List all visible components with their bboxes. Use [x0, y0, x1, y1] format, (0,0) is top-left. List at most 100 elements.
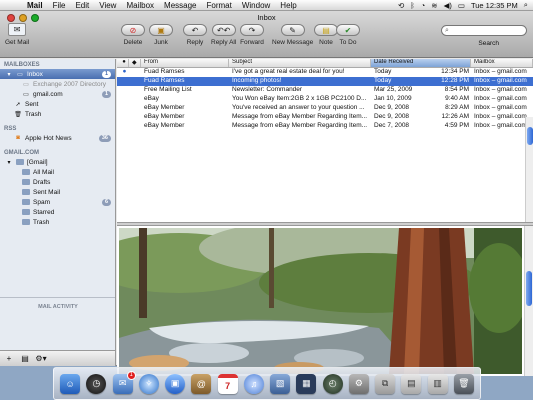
spaces-icon[interactable]: ▦: [296, 373, 317, 394]
show-activity-icon[interactable]: ▤: [19, 354, 31, 364]
spotlight-icon[interactable]: ⌕: [524, 0, 528, 10]
wifi-icon[interactable]: ≋: [431, 1, 437, 10]
message-list-scrollbar[interactable]: [525, 117, 533, 222]
table-row[interactable]: eBay Member You've received an answer to…: [117, 104, 533, 113]
ichat-icon[interactable]: ▣: [165, 373, 186, 394]
address-book-icon[interactable]: @: [191, 373, 212, 394]
documents-stack-icon[interactable]: ▤: [401, 373, 422, 394]
menu-format[interactable]: Format: [202, 1, 237, 10]
note-icon: ▤: [314, 24, 338, 36]
mail-icon[interactable]: ✉ 1: [112, 370, 136, 394]
clock[interactable]: Tue 12:35 PM: [471, 1, 518, 10]
message-preview-pane: [117, 226, 533, 376]
sidebar-item-gmail-inbox[interactable]: ▭ gmail.com 1: [0, 89, 115, 99]
sync-icon[interactable]: ⟲: [398, 1, 404, 10]
system-preferences-icon[interactable]: ⚙: [348, 373, 369, 394]
new-message-button[interactable]: ✎ New Message: [272, 24, 313, 46]
ical-icon[interactable]: 7: [217, 373, 238, 394]
note-button[interactable]: ▤ Note: [314, 24, 338, 46]
itunes-icon[interactable]: ♫: [243, 373, 264, 394]
sidebar-item-sent-mail[interactable]: Sent Mail: [0, 187, 115, 197]
sidebar-item-label: Exchange 2007 Directory: [33, 80, 106, 88]
reply-all-button[interactable]: ↶↶ Reply All: [211, 24, 236, 46]
menu-message[interactable]: Message: [159, 1, 201, 10]
search-input[interactable]: ⌕: [441, 25, 527, 36]
finder-icon[interactable]: ☺: [60, 373, 81, 394]
junk-button[interactable]: ▣ Junk: [149, 24, 173, 46]
preview-scrollbar[interactable]: [524, 226, 533, 376]
column-header-from[interactable]: From: [141, 59, 229, 67]
sidebar-item-sent[interactable]: ➚ Sent: [0, 99, 115, 109]
from-cell: Free Mailing List: [144, 86, 192, 93]
menu-view[interactable]: View: [94, 1, 121, 10]
sidebar-item-inbox[interactable]: ▾ ▭ Inbox 1: [0, 69, 115, 79]
scrollbar-thumb[interactable]: [526, 271, 532, 306]
battery-icon[interactable]: ▭: [458, 1, 465, 10]
table-row[interactable]: eBay You Won eBay Item:2GB 2 x 1GB PC210…: [117, 95, 533, 104]
menu-window[interactable]: Window: [237, 1, 275, 10]
table-row[interactable]: Free Mailing List Newsletter: Commander …: [117, 86, 533, 95]
reply-button[interactable]: ↶ Reply: [183, 24, 207, 46]
dashboard-icon[interactable]: ◷: [86, 373, 107, 394]
column-header-mailbox[interactable]: Mailbox: [471, 59, 533, 67]
iphoto-icon[interactable]: ▧: [270, 373, 291, 394]
sidebar-item-gmail-trash[interactable]: Trash: [0, 217, 115, 227]
sidebar-item-apple-hot-news[interactable]: ◙ Apple Hot News 36: [0, 133, 115, 143]
sidebar-item-drafts[interactable]: Drafts: [0, 177, 115, 187]
menu-app-mail[interactable]: Mail: [22, 1, 48, 10]
disclosure-triangle-icon[interactable]: ▾: [5, 71, 13, 78]
table-row[interactable]: ● Fuad Ramses I've got a great real esta…: [117, 68, 533, 77]
trash-icon[interactable]: 🗑: [453, 373, 474, 394]
add-mailbox-icon[interactable]: +: [3, 354, 15, 364]
get-mail-button[interactable]: ✉ Get Mail: [5, 23, 29, 46]
forward-button[interactable]: ↷ Forward: [240, 24, 264, 46]
sidebar-footer: + ▤ ⚙▾: [0, 350, 116, 366]
inbox-icon: ▭: [23, 91, 29, 98]
inbox-icon: ▭: [17, 71, 23, 78]
sidebar-item-starred[interactable]: Starred: [0, 207, 115, 217]
sidebar: MAILBOXES ▾ ▭ Inbox 1 ▭ Exchange 2007 Di…: [0, 59, 116, 350]
menu-mailbox[interactable]: Mailbox: [121, 1, 159, 10]
time-cell: 12:26 AM: [441, 113, 469, 120]
safari-icon[interactable]: ✧: [138, 373, 159, 394]
subject-cell: Message from eBay Member Regarding Item.…: [232, 122, 368, 129]
time-machine-menu-icon[interactable]: ◔: [421, 1, 426, 10]
action-menu-gear-icon[interactable]: ⚙▾: [35, 354, 47, 364]
new-message-icon: ✎: [280, 24, 305, 36]
delete-button[interactable]: ⊘ Delete: [121, 24, 145, 46]
disclosure-triangle-icon[interactable]: ▾: [5, 159, 13, 166]
column-header-date-received[interactable]: Date Received: [371, 59, 471, 67]
unread-cell: [117, 95, 129, 104]
sidebar-item-exchange-directory[interactable]: ▭ Exchange 2007 Directory: [0, 79, 115, 89]
scrollbar-thumb[interactable]: [527, 127, 533, 145]
get-mail-label: Get Mail: [5, 39, 30, 46]
unread-column-header-icon[interactable]: ●: [117, 59, 129, 67]
sidebar-item-label: Spam: [33, 198, 50, 206]
sidebar-item-spam[interactable]: Spam 6: [0, 197, 115, 207]
preview-icon[interactable]: ⧉: [375, 373, 396, 394]
forward-label: Forward: [240, 39, 264, 46]
menu-edit[interactable]: Edit: [70, 1, 94, 10]
sidebar-item-trash[interactable]: 🗑 Trash: [0, 109, 115, 119]
attached-photo: [119, 228, 522, 374]
downloads-stack-icon[interactable]: ▥: [427, 373, 448, 394]
sidebar-item-gmail-folder[interactable]: ▾ [Gmail]: [0, 157, 115, 167]
table-row[interactable]: Fuad Ramses Incoming photos! Today 12:28…: [117, 77, 533, 86]
flag-column-header-icon[interactable]: ◆: [129, 59, 141, 67]
bluetooth-icon[interactable]: ᛒ: [410, 1, 415, 10]
table-row[interactable]: eBay Member Message from eBay Member Reg…: [117, 122, 533, 131]
volume-icon[interactable]: ◀): [444, 1, 452, 10]
sidebar-item-all-mail[interactable]: All Mail: [0, 167, 115, 177]
table-row[interactable]: eBay Member Message from eBay Member Reg…: [117, 113, 533, 122]
time-cell: 12:34 PM: [441, 68, 469, 75]
message-list: ● ◆ From Subject Date Received Mailbox ●…: [117, 59, 533, 222]
menu-help[interactable]: Help: [275, 1, 301, 10]
exchange-icon: ▭: [23, 81, 29, 88]
time-machine-icon[interactable]: ◴: [322, 373, 343, 394]
gmail-header: GMAIL.COM: [4, 150, 39, 156]
column-header-subject[interactable]: Subject: [229, 59, 371, 67]
from-cell: eBay Member: [144, 113, 185, 120]
to-do-button[interactable]: ✔ To Do: [336, 24, 360, 46]
menu-file[interactable]: File: [48, 1, 71, 10]
folder-icon: [22, 189, 30, 196]
